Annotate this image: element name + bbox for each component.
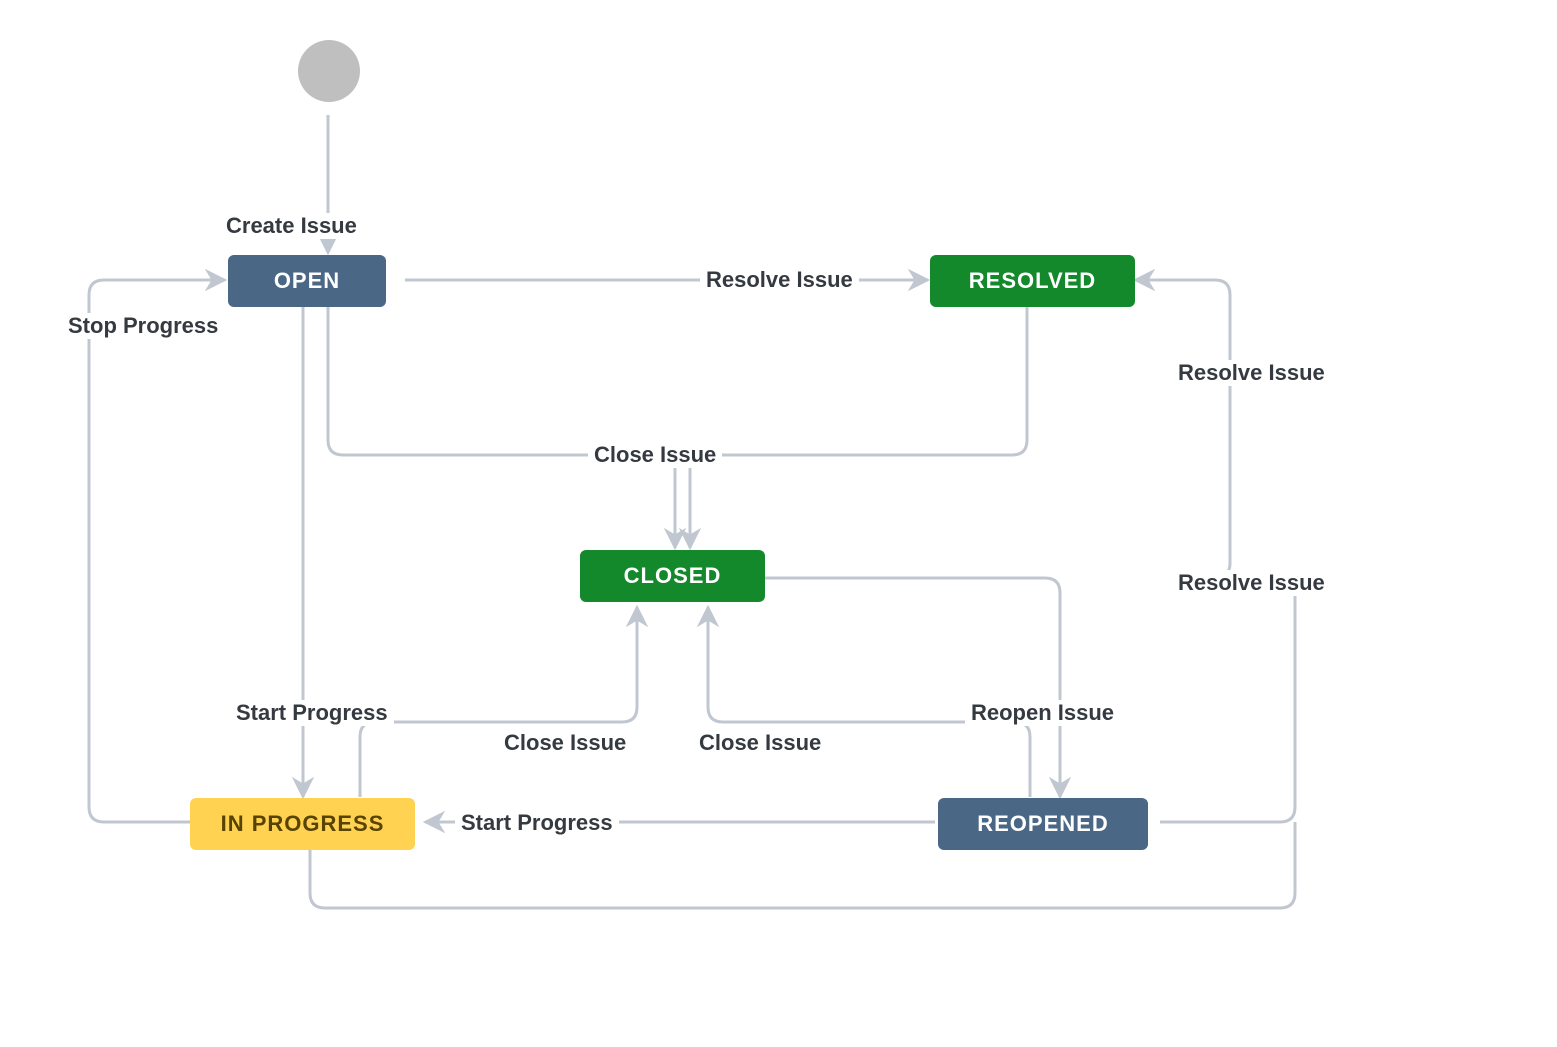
edge-label-close-issue-top: Close Issue (588, 442, 722, 468)
edge-label-start-progress-bottom: Start Progress (455, 810, 619, 836)
state-reopened: REOPENED (938, 798, 1148, 850)
state-in-progress: IN PROGRESS (190, 798, 415, 850)
edge-label-close-issue-left: Close Issue (498, 730, 632, 756)
state-label: CLOSED (624, 563, 722, 589)
edge-label-create-issue: Create Issue (220, 213, 363, 239)
edge-label-close-issue-right: Close Issue (693, 730, 827, 756)
state-open: OPEN (228, 255, 386, 307)
start-node-icon (298, 40, 360, 102)
workflow-diagram: OPEN RESOLVED CLOSED IN PROGRESS REOPENE… (0, 0, 1557, 1047)
edge-label-reopen-issue: Reopen Issue (965, 700, 1120, 726)
edge-label-resolve-issue-upper-right: Resolve Issue (1172, 360, 1331, 386)
diagram-edges (0, 0, 1557, 1047)
state-closed: CLOSED (580, 550, 765, 602)
state-label: IN PROGRESS (221, 811, 385, 837)
edge-label-resolve-issue-open: Resolve Issue (700, 267, 859, 293)
state-resolved: RESOLVED (930, 255, 1135, 307)
state-label: REOPENED (977, 811, 1108, 837)
state-label: RESOLVED (969, 268, 1096, 294)
state-label: OPEN (274, 268, 340, 294)
edge-label-stop-progress: Stop Progress (62, 313, 224, 339)
edge-label-start-progress-left: Start Progress (230, 700, 394, 726)
edge-label-resolve-issue-lower-right: Resolve Issue (1172, 570, 1331, 596)
